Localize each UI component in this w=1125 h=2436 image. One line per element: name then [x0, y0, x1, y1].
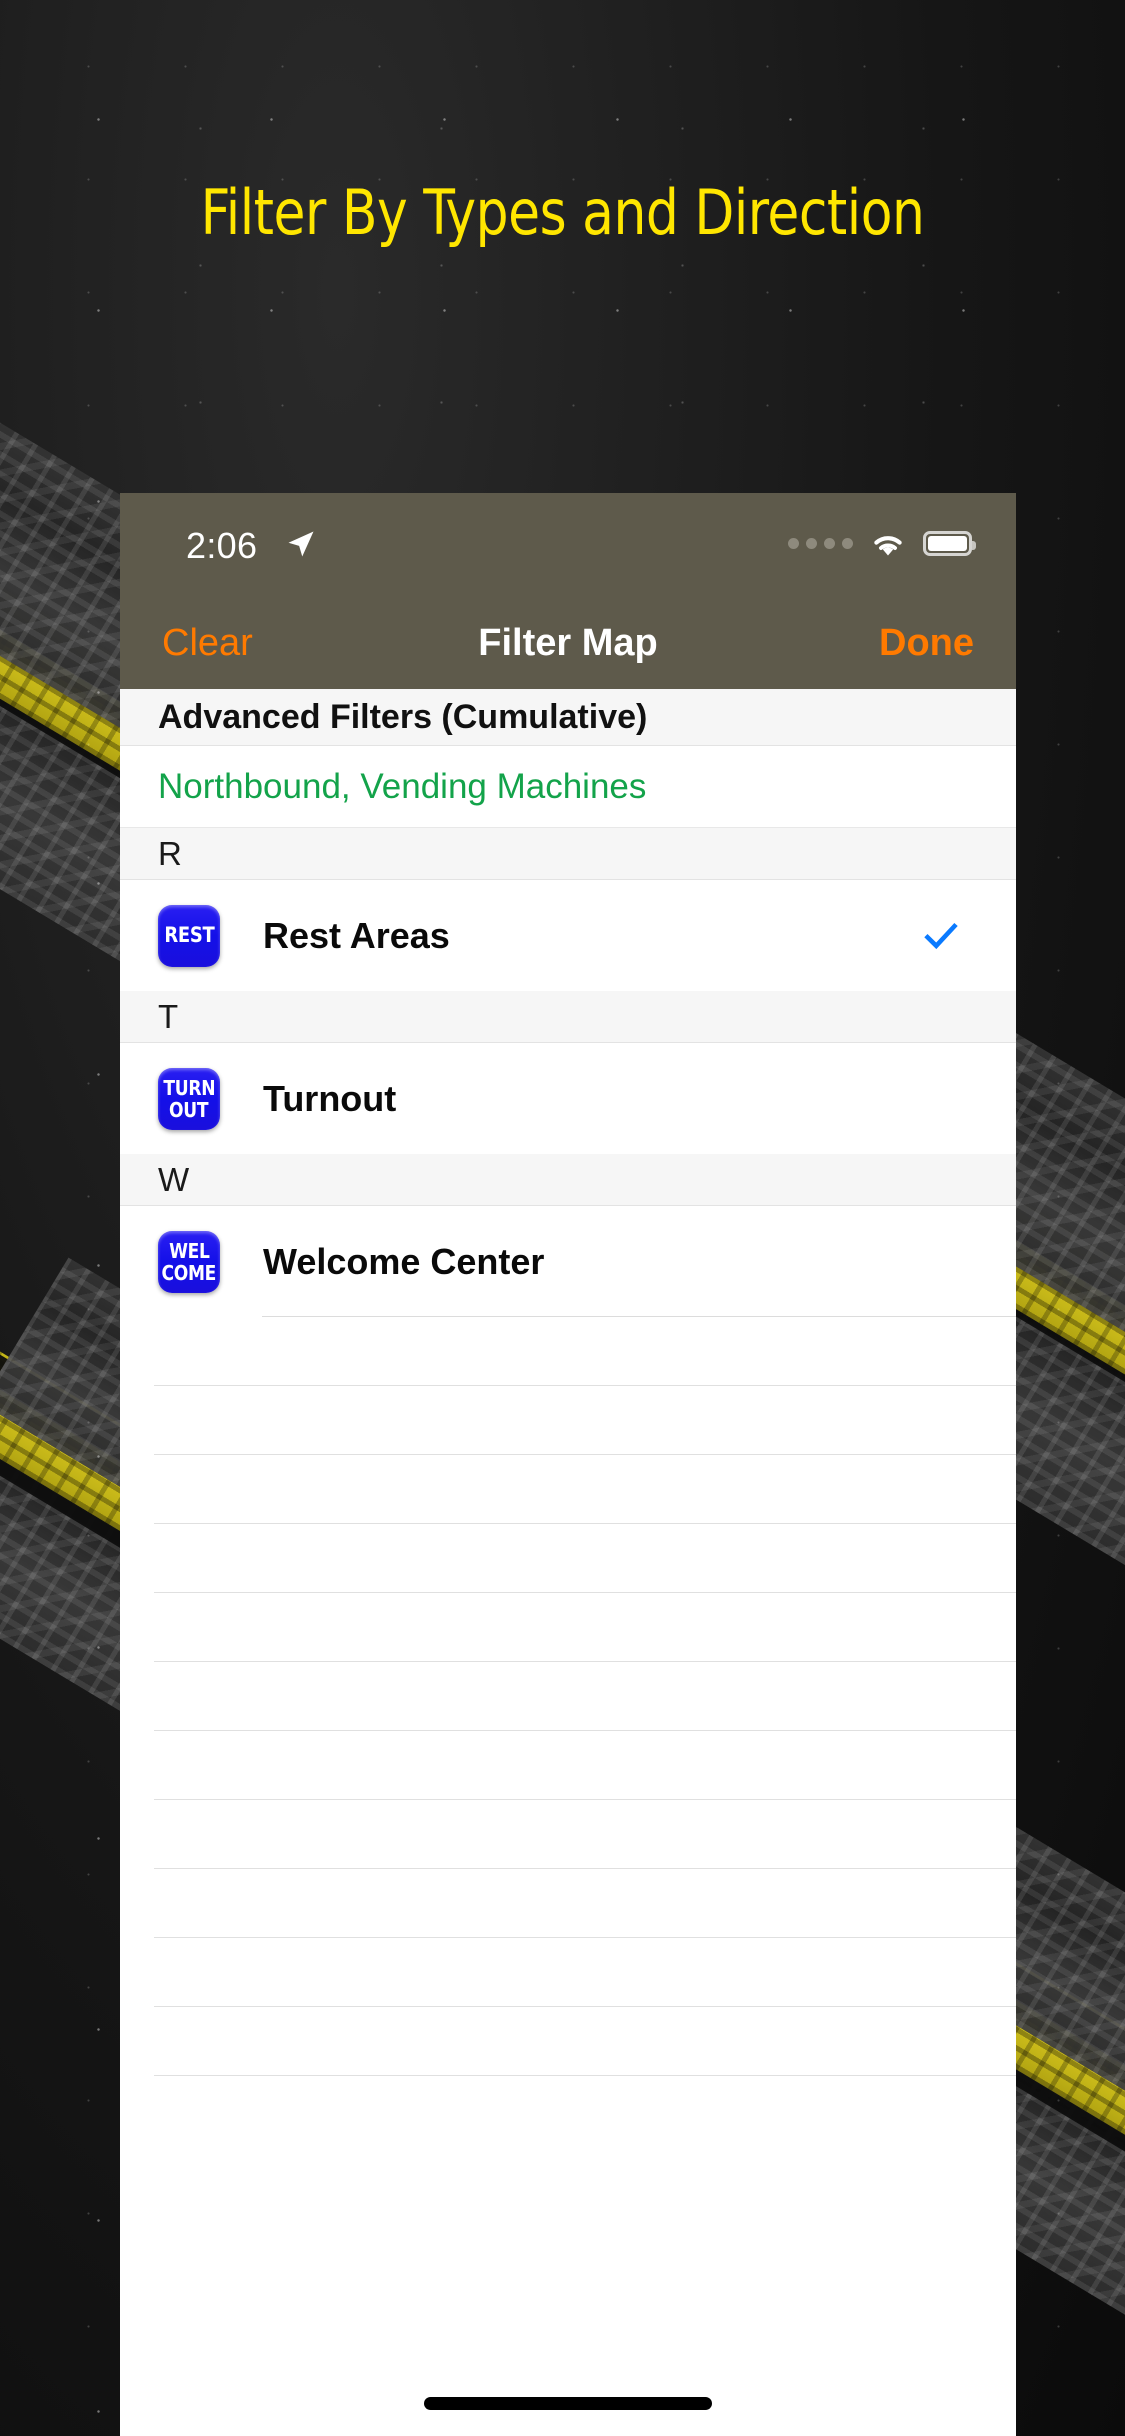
section-letter: W [158, 1160, 190, 1198]
status-bar-time: 2:06 [186, 525, 258, 566]
empty-list-row [154, 1869, 1016, 1938]
status-bar-indicators [788, 529, 976, 558]
checkmark-icon [924, 922, 958, 949]
advanced-filters-header: Advanced Filters (Cumulative) [120, 689, 1016, 746]
empty-list-row [154, 1317, 1016, 1386]
empty-list-row [154, 2007, 1016, 2076]
badge-line: COME [161, 1260, 217, 1285]
list-item-rest-areas[interactable]: REST Rest Areas [120, 880, 1016, 991]
section-letter: R [158, 834, 182, 872]
list-item-label: Welcome Center [263, 1240, 545, 1282]
empty-list-row [154, 1800, 1016, 1869]
list-item-label: Rest Areas [263, 914, 450, 956]
turnout-badge-icon: TURN OUT [158, 1067, 220, 1130]
empty-list-row [154, 1386, 1016, 1455]
page-title: Filter By Types and Direction [200, 176, 925, 249]
section-header-w: W [120, 1154, 1016, 1206]
active-filters-summary[interactable]: Northbound, Vending Machines [120, 746, 1016, 828]
location-arrow-icon [288, 531, 314, 557]
empty-list-row [154, 1938, 1016, 2007]
empty-list-row [154, 1731, 1016, 1800]
done-button[interactable]: Done [879, 622, 974, 665]
row-separator [262, 1316, 1016, 1317]
advanced-filters-label: Advanced Filters (Cumulative) [158, 697, 648, 736]
battery-full-icon [923, 531, 976, 556]
section-header-r: R [120, 828, 1016, 880]
badge-line: REST [163, 923, 215, 947]
welcome-badge-icon: WEL COME [158, 1230, 220, 1293]
empty-rows-container [120, 1317, 1016, 2076]
active-filters-label: Northbound, Vending Machines [158, 766, 647, 806]
wifi-icon [874, 536, 902, 556]
phone-screen: 2:06 Clear Filter Map Done Advanced Filt… [120, 493, 1016, 2436]
list-item-label: Turnout [263, 1077, 397, 1119]
filter-list: Advanced Filters (Cumulative) Northbound… [120, 689, 1016, 2076]
list-item-turnout[interactable]: TURN OUT Turnout [120, 1043, 1016, 1154]
home-indicator[interactable] [424, 2397, 712, 2410]
empty-list-row [154, 1524, 1016, 1593]
signal-dots-icon [788, 538, 853, 549]
section-letter: T [158, 997, 179, 1035]
section-header-t: T [120, 991, 1016, 1043]
status-bar: 2:06 [120, 493, 1016, 603]
list-item-welcome-center[interactable]: WEL COME Welcome Center [120, 1206, 1016, 1317]
empty-list-row [154, 1455, 1016, 1524]
badge-line: WEL [168, 1238, 210, 1263]
empty-list-row [154, 1662, 1016, 1731]
empty-list-row [154, 1593, 1016, 1662]
badge-line: OUT [169, 1097, 209, 1122]
navigation-bar: Clear Filter Map Done [120, 603, 1016, 689]
rest-badge-icon: REST [158, 904, 220, 967]
badge-line: TURN [163, 1075, 215, 1100]
